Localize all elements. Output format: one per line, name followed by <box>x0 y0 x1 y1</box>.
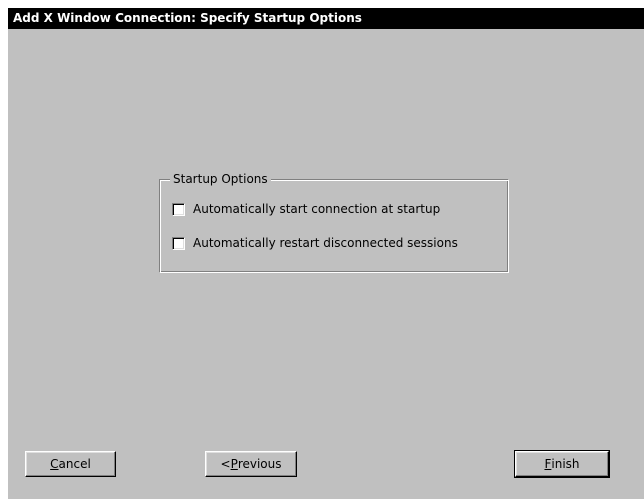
cancel-button-mnemonic: C <box>50 457 59 471</box>
previous-button-label: revious <box>237 457 282 471</box>
finish-button-label: inish <box>551 457 580 471</box>
auto-start-label[interactable]: Automatically start connection at startu… <box>193 202 440 216</box>
cancel-button[interactable]: Cancel <box>25 451 116 477</box>
finish-button-mnemonic: F <box>544 457 552 471</box>
previous-button[interactable]: < Previous <box>205 451 297 477</box>
window-title: Add X Window Connection: Specify Startup… <box>8 8 644 29</box>
auto-restart-label[interactable]: Automatically restart disconnected sessi… <box>193 236 458 250</box>
cancel-button-label: ancel <box>58 457 91 471</box>
finish-button[interactable]: Finish <box>514 450 610 478</box>
auto-start-checkbox[interactable] <box>172 202 185 216</box>
previous-button-mnemonic: P <box>230 457 238 471</box>
previous-button-prefix: < <box>220 457 231 471</box>
startup-options-group-label: Startup Options <box>170 171 271 187</box>
auto-restart-option[interactable]: Automatically restart disconnected sessi… <box>172 235 458 251</box>
startup-options-group: Startup Options Automatically start conn… <box>159 171 509 273</box>
auto-restart-checkbox[interactable] <box>172 236 185 250</box>
auto-start-option[interactable]: Automatically start connection at startu… <box>172 201 440 217</box>
dialog-window: Add X Window Connection: Specify Startup… <box>8 8 644 499</box>
